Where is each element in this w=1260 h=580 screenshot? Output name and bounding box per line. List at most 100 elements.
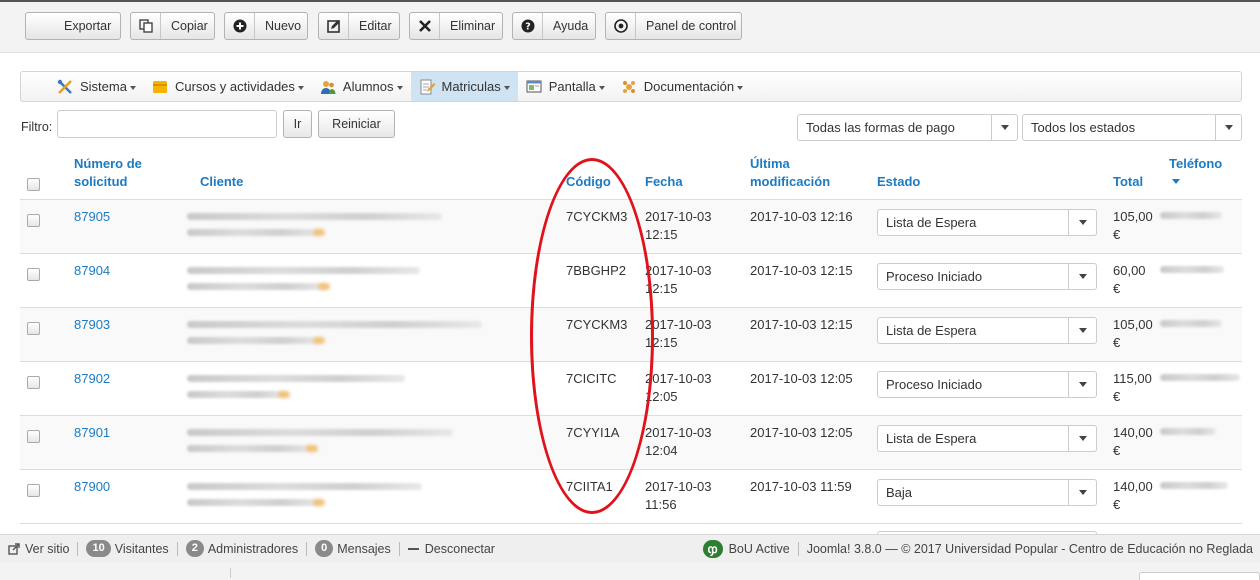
redacted-phone	[1160, 266, 1224, 273]
column-header-status[interactable]: Estado	[877, 173, 920, 191]
menu-sistema[interactable]: Sistema	[49, 72, 144, 101]
redacted-client-name	[187, 213, 442, 220]
visitors-indicator[interactable]: 10 Visitantes	[78, 540, 176, 557]
folder-icon	[152, 79, 168, 95]
menu-matriculas-label: Matriculas	[441, 79, 501, 94]
status-select[interactable]: Lista de Espera	[877, 317, 1097, 344]
redacted-client-name	[187, 429, 453, 436]
messages-count-badge: 0	[315, 540, 334, 557]
plus-circle-icon	[225, 13, 255, 39]
modified-cell: 2017-10-03 12:15	[750, 263, 853, 278]
row-checkbox[interactable]	[27, 268, 40, 281]
chevron-down-icon	[737, 85, 744, 90]
column-header-code[interactable]: Código	[566, 173, 611, 191]
column-header-client[interactable]: Cliente	[200, 173, 243, 191]
copy-icon	[131, 13, 161, 39]
modified-cell: 2017-10-03 12:16	[750, 209, 853, 224]
select-all-checkbox[interactable]	[27, 178, 40, 191]
redacted-client-email	[187, 499, 325, 506]
status-select[interactable]: Lista de Espera	[877, 425, 1097, 452]
request-number-link[interactable]: 87902	[74, 370, 110, 388]
external-link-icon	[8, 542, 20, 555]
column-header-modified[interactable]: Última modificación	[750, 155, 840, 191]
status-filter-select[interactable]: Todos los estados	[1022, 114, 1242, 141]
chevron-down-icon	[598, 85, 605, 90]
row-checkbox[interactable]	[27, 376, 40, 389]
code-cell: 7CYCKM3	[566, 317, 628, 332]
sort-desc-icon	[1172, 179, 1180, 184]
component-menu: Sistema Cursos y actividades Alumnos Mat…	[20, 71, 1242, 102]
status-select[interactable]: Baja	[877, 479, 1097, 506]
visitors-count-badge: 10	[86, 540, 111, 557]
bou-active-indicator[interactable]: ჶ BoU Active	[695, 539, 798, 558]
status-select-value: Lista de Espera	[886, 323, 977, 338]
redacted-client-name	[187, 375, 405, 382]
footer-copyright: Joomla! 3.8.0 — © 2017 Universidad Popul…	[806, 541, 1253, 556]
menu-cursos[interactable]: Cursos y actividades	[144, 72, 312, 101]
request-number-link[interactable]: 87904	[74, 262, 110, 280]
modified-cell: 2017-10-03 12:05	[750, 425, 853, 440]
export-button[interactable]: Exportar	[25, 12, 121, 40]
redacted-phone	[1160, 482, 1228, 489]
menu-matriculas[interactable]: Matriculas	[410, 72, 518, 101]
menu-pantalla[interactable]: Pantalla	[518, 72, 613, 101]
copy-button-label: Copiar	[171, 19, 208, 33]
row-checkbox[interactable]	[27, 214, 40, 227]
status-select[interactable]: Lista de Espera	[877, 209, 1097, 236]
column-header-phone[interactable]: Teléfono	[1169, 155, 1222, 173]
request-number-link[interactable]: 87901	[74, 424, 110, 442]
filter-input[interactable]	[57, 110, 277, 138]
messages-indicator[interactable]: 0 Mensajes	[307, 540, 399, 557]
redacted-phone	[1160, 320, 1222, 327]
code-cell: 7CIITA1	[566, 479, 613, 494]
menu-alumnos[interactable]: Alumnos	[312, 72, 411, 101]
modified-cell: 2017-10-03 12:15	[750, 317, 853, 332]
date-cell: 2017-10-03 12:04	[645, 425, 712, 458]
request-number-link[interactable]: 87905	[74, 208, 110, 226]
chevron-down-icon	[503, 85, 510, 90]
document-edit-icon	[419, 79, 435, 95]
bou-active-label: BoU Active	[728, 541, 790, 556]
top-border	[0, 0, 1260, 2]
export-button-label: Exportar	[64, 19, 112, 33]
chevron-down-icon	[1068, 318, 1096, 343]
svg-text:?: ?	[525, 22, 531, 33]
bottom-strip	[0, 562, 1260, 580]
request-number-link[interactable]: 87903	[74, 316, 110, 334]
admins-indicator[interactable]: 2 Administradores	[178, 540, 306, 557]
menu-documentacion[interactable]: Documentación	[613, 72, 751, 101]
status-select-value: Lista de Espera	[886, 431, 977, 446]
chevron-down-icon	[1068, 372, 1096, 397]
help-button-label: Ayuda	[553, 19, 589, 33]
row-checkbox[interactable]	[27, 322, 40, 335]
table-row: 87902 7CICITC 2017-10-03 12:05 2017-10-03 1…	[20, 362, 1242, 416]
row-checkbox[interactable]	[27, 430, 40, 443]
chevron-down-icon	[991, 115, 1017, 140]
status-select[interactable]: Proceso Iniciado	[877, 371, 1097, 398]
payment-method-select[interactable]: Todas las formas de pago	[797, 114, 1018, 141]
control-panel-button[interactable]: Panel de control	[605, 12, 742, 40]
delete-button[interactable]: Eliminar	[409, 12, 503, 40]
help-button[interactable]: ? Ayuda	[512, 12, 596, 40]
admins-count-badge: 2	[185, 540, 204, 557]
edit-icon	[319, 13, 349, 39]
column-header-number[interactable]: Número de solicitud	[74, 155, 164, 191]
bou-logo-icon: ჶ	[702, 539, 723, 558]
reset-button[interactable]: Reiniciar	[318, 110, 395, 138]
redacted-phone	[1160, 374, 1240, 381]
view-site-link[interactable]: Ver sitio	[0, 542, 77, 556]
new-button[interactable]: Nuevo	[224, 12, 308, 40]
date-cell: 2017-10-03 12:05	[645, 371, 712, 404]
status-select[interactable]: Proceso Iniciado	[877, 263, 1097, 290]
column-header-total[interactable]: Total	[1113, 173, 1143, 191]
column-header-date[interactable]: Fecha	[645, 173, 683, 191]
menu-pantalla-label: Pantalla	[548, 79, 596, 94]
edit-button[interactable]: Editar	[318, 12, 400, 40]
request-number-link[interactable]: 87900	[74, 478, 110, 496]
row-checkbox[interactable]	[27, 484, 40, 497]
go-button[interactable]: Ir	[283, 110, 312, 138]
screen-icon	[526, 79, 542, 95]
logout-link[interactable]: Desconectar	[400, 542, 503, 556]
copy-button[interactable]: Copiar	[130, 12, 215, 40]
logout-label: Desconectar	[424, 541, 495, 556]
